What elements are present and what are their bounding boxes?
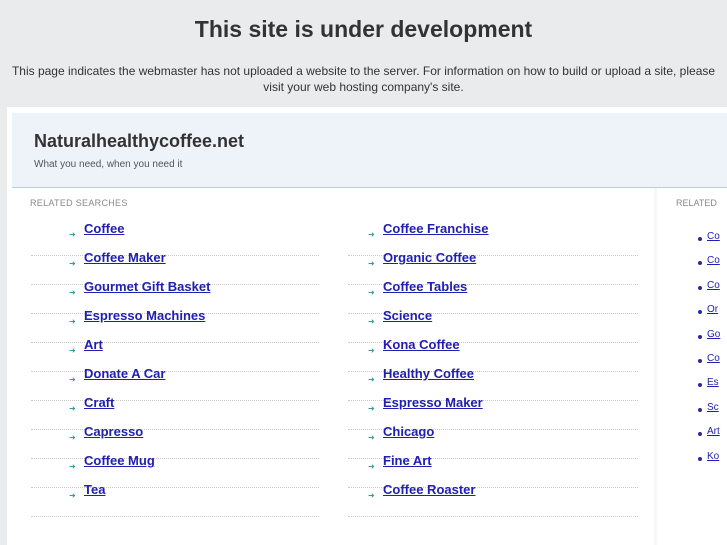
bullet-icon (698, 261, 702, 266)
related-link[interactable]: Chicago (383, 424, 434, 439)
related-searches-label: RELATED SEARCHES (30, 198, 128, 208)
bullet-icon (698, 358, 702, 363)
sidebar-link[interactable]: Co (707, 280, 720, 291)
bullet-icon (698, 383, 702, 388)
related-link[interactable]: Science (383, 308, 432, 323)
list-item: ➜ Art (31, 337, 319, 372)
arrow-icon: ➜ (69, 433, 76, 442)
arrow-icon: ➜ (69, 346, 76, 355)
sidebar-link[interactable]: Co (707, 255, 720, 266)
bullet-icon (698, 432, 702, 437)
arrow-icon: ➜ (368, 230, 375, 239)
arrow-icon: ➜ (368, 433, 375, 442)
sidebar-link[interactable]: Es (707, 377, 719, 388)
sidebar-link[interactable]: Go (707, 329, 720, 340)
related-link[interactable]: Coffee Mug (84, 453, 155, 468)
sidebar-link[interactable]: Art (707, 426, 720, 437)
related-link[interactable]: Espresso Maker (383, 395, 483, 410)
list-item: Or (663, 304, 727, 329)
arrow-icon: ➜ (368, 462, 375, 471)
bullet-icon (698, 237, 702, 241)
site-name: Naturalhealthycoffee.net (34, 131, 245, 151)
arrow-icon: ➜ (368, 288, 375, 297)
bullet-icon (698, 407, 702, 412)
related-link[interactable]: Tea (84, 482, 105, 497)
list-item: Co (663, 280, 727, 305)
related-link[interactable]: Healthy Coffee (383, 366, 474, 381)
bullet-icon (698, 310, 702, 315)
arrow-icon: ➜ (368, 259, 375, 268)
list-item: Co (663, 353, 727, 378)
sidebar-link[interactable]: Co (707, 231, 720, 242)
site-header: Naturalhealthycoffee.net What you need, … (12, 113, 727, 188)
list-item: ➜ Craft (31, 395, 319, 430)
related-link[interactable]: Craft (84, 395, 114, 410)
sidebar-related: RELATED Co Co Co Or Go Co Es Sc Art Ko (663, 188, 727, 545)
related-link[interactable]: Kona Coffee (383, 337, 460, 352)
list-item: ➜ Espresso Machines (31, 308, 319, 343)
list-item: Co (663, 255, 727, 280)
sidebar-link[interactable]: Or (707, 304, 718, 315)
arrow-icon: ➜ (368, 346, 375, 355)
arrow-icon: ➜ (368, 404, 375, 413)
list-item: ➜ Capresso (31, 424, 319, 459)
arrow-icon: ➜ (368, 375, 375, 384)
bullet-icon (698, 334, 702, 339)
related-link[interactable]: Fine Art (383, 453, 432, 468)
related-link[interactable]: Coffee Tables (383, 279, 467, 294)
arrow-icon: ➜ (368, 317, 375, 326)
related-link[interactable]: Capresso (84, 424, 143, 439)
related-link[interactable]: Coffee (84, 221, 124, 236)
sidebar-list: Co Co Co Or Go Co Es Sc Art Ko (663, 231, 727, 476)
related-searches-panel: RELATED SEARCHES ➜ Coffee ➜ Coffee Maker ➜… (14, 188, 654, 545)
arrow-icon: ➜ (69, 317, 76, 326)
content-area: RELATED SEARCHES ➜ Coffee ➜ Coffee Maker ➜… (14, 188, 657, 545)
arrow-icon: ➜ (69, 404, 76, 413)
related-link[interactable]: Coffee Maker (84, 250, 166, 265)
right-link-column: ➜ Coffee Franchise ➜ Organic Coffee ➜ Coffe… (348, 221, 638, 517)
arrow-icon: ➜ (69, 491, 76, 500)
notice-text: This page indicates the webmaster has no… (11, 64, 716, 94)
bullet-icon (698, 285, 702, 290)
bullet-icon (698, 456, 702, 461)
site-tagline: What you need, when you need it (34, 159, 183, 170)
sidebar-link[interactable]: Sc (707, 402, 719, 413)
list-item: Go (663, 329, 727, 354)
arrow-icon: ➜ (69, 375, 76, 384)
list-item: ➜ Coffee Mug (31, 453, 319, 488)
related-link[interactable]: Espresso Machines (84, 308, 205, 323)
related-link[interactable]: Art (84, 337, 103, 352)
page-heading: This site is under development (194, 16, 533, 42)
list-item: Ko (663, 451, 727, 476)
list-item: Sc (663, 402, 727, 427)
related-link[interactable]: Coffee Roaster (383, 482, 475, 497)
related-link[interactable]: Gourmet Gift Basket (84, 279, 210, 294)
arrow-icon: ➜ (368, 491, 375, 500)
related-link[interactable]: Coffee Franchise (383, 221, 488, 236)
list-item: Art (663, 426, 727, 451)
arrow-icon: ➜ (69, 288, 76, 297)
related-link[interactable]: Donate A Car (84, 366, 165, 381)
list-item: ➜ Donate A Car (31, 366, 319, 401)
arrow-icon: ➜ (69, 259, 76, 268)
list-item: ➜ Coffee Roaster (348, 482, 638, 517)
list-item: Co (663, 231, 727, 256)
sidebar-link[interactable]: Co (707, 353, 720, 364)
left-link-column: ➜ Coffee ➜ Coffee Maker ➜ Gourmet Gift Bask… (31, 221, 319, 517)
arrow-icon: ➜ (69, 230, 76, 239)
arrow-icon: ➜ (69, 462, 76, 471)
related-link[interactable]: Organic Coffee (383, 250, 476, 265)
list-item: ➜ Coffee (31, 221, 319, 256)
list-item: ➜ Tea (31, 482, 319, 517)
sidebar-related-label: RELATED (676, 198, 717, 208)
parked-page-container: Naturalhealthycoffee.net What you need, … (7, 107, 727, 545)
list-item: Es (663, 377, 727, 402)
sidebar-link[interactable]: Ko (707, 451, 719, 462)
